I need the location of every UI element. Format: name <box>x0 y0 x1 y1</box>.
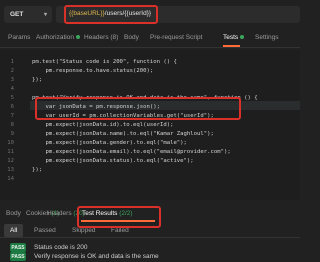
line-number: 5 <box>10 95 14 101</box>
test-result-name: Verify response is OK and data is the sa… <box>34 253 159 260</box>
filter-passed[interactable]: Passed <box>28 224 62 237</box>
tab-tests-label: Tests <box>223 34 239 41</box>
request-tabs: Params Authorization Headers (8) Body Pr… <box>0 28 300 48</box>
status-dot-icon <box>240 35 245 40</box>
chevron-down-icon: ▾ <box>43 12 47 18</box>
line-number: 1 <box>10 59 14 65</box>
line-number: 6 <box>10 104 14 110</box>
line-number: 2 <box>10 68 14 74</box>
tab-authorization[interactable]: Authorization <box>36 34 80 41</box>
line-number: 7 <box>10 113 14 119</box>
line-number: 8 <box>10 122 14 128</box>
test-result-name: Status code is 200 <box>34 244 88 251</box>
tab-prerequest-script[interactable]: Pre-request Script <box>150 34 202 41</box>
code-line: pm.expect(jsonData.email).to.eql("email@… <box>32 149 231 155</box>
line-number: 12 <box>7 158 14 164</box>
url-variable: {{baseURL}} <box>69 10 105 17</box>
pass-badge: PASS <box>10 243 26 252</box>
code-line: }); <box>32 77 43 83</box>
code-line: pm.expect(jsonData.id).to.eql(userId); <box>32 122 174 128</box>
method-label: GET <box>10 11 24 18</box>
pass-badge: PASS <box>10 252 26 261</box>
code-line: pm.expect(jsonData.name).to.eql("Kamar Z… <box>32 131 214 137</box>
active-tab-indicator <box>223 45 240 47</box>
url-path: /users/{{userId}} <box>104 10 152 17</box>
code-line: pm.response.to.have.status(200); <box>32 68 154 74</box>
url-bar: GET ▾ {{baseURL}}/users/{{userId}} <box>0 0 300 27</box>
response-tab-headers-label: Headers <box>47 210 72 217</box>
code-line: pm.expect(jsonData.status).to.eql("activ… <box>32 158 194 164</box>
line-number: 4 <box>10 86 14 92</box>
code-line: }); <box>32 167 43 173</box>
response-tab-cookies-label: Cookies <box>26 210 50 217</box>
tab-body[interactable]: Body <box>124 34 139 41</box>
code-highlight-box <box>35 97 241 120</box>
status-dot-icon <box>75 35 80 40</box>
line-number: 13 <box>7 167 14 173</box>
tab-params[interactable]: Params <box>8 34 30 41</box>
line-number: 3 <box>10 77 14 83</box>
line-number: 11 <box>7 149 14 155</box>
response-tab-body[interactable]: Body <box>6 210 21 217</box>
tab-settings[interactable]: Settings <box>255 34 279 41</box>
tab-authorization-label: Authorization <box>36 34 74 41</box>
tab-headers[interactable]: Headers (8) <box>84 34 118 41</box>
code-editor[interactable]: 1 2 3 4 5 6 7 8 9 10 11 12 13 14 pm.test… <box>0 50 300 200</box>
url-text[interactable]: {{baseURL}}/users/{{userId}} <box>69 10 151 17</box>
code-line: pm.expect(jsonData.gender).to.eql("male"… <box>32 140 187 146</box>
line-number: 9 <box>10 131 14 137</box>
line-number: 14 <box>7 176 14 182</box>
tab-tests[interactable]: Tests <box>223 34 245 41</box>
code-line: pm.test("Status code is 200", function (… <box>32 59 177 65</box>
filter-all[interactable]: All <box>4 224 24 237</box>
line-gutter: 1 2 3 4 5 6 7 8 9 10 11 12 13 14 <box>0 50 28 200</box>
method-select[interactable]: GET ▾ <box>4 6 52 23</box>
test-results-highlight-box <box>77 206 161 228</box>
line-number: 10 <box>7 140 14 146</box>
